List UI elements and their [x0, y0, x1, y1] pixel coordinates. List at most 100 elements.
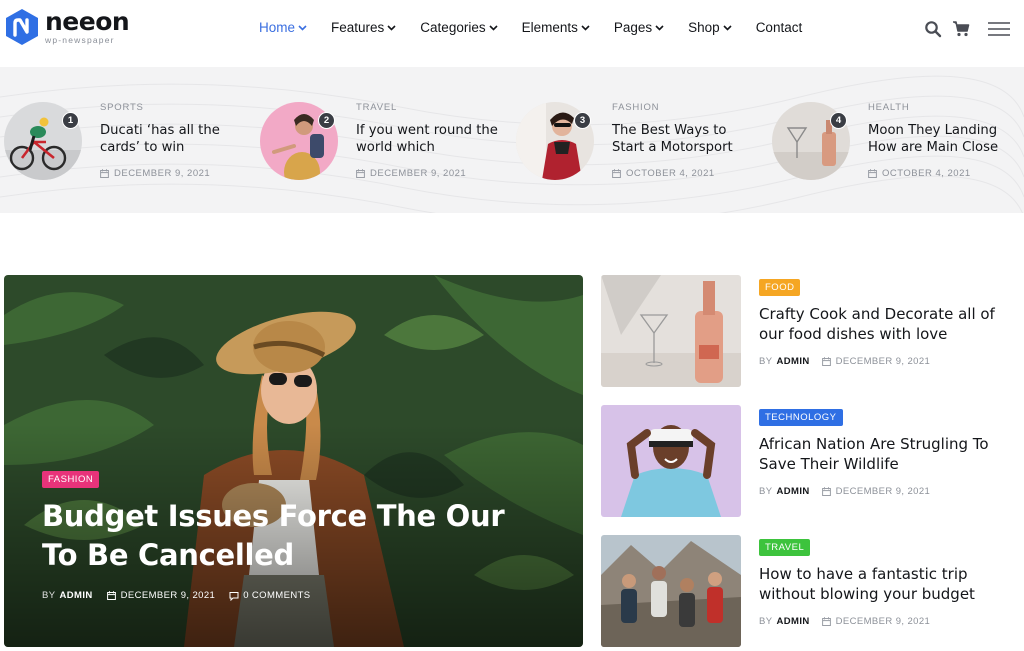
by-label: BY	[759, 486, 773, 497]
nav-label: Pages	[613, 20, 653, 35]
post-thumbnail[interactable]	[601, 275, 741, 387]
calendar-icon	[821, 487, 831, 496]
drink-image	[601, 275, 741, 387]
calendar-icon	[100, 169, 109, 178]
trending-category[interactable]: SPORTS	[100, 102, 144, 113]
post-thumbnail[interactable]	[601, 535, 741, 647]
by-label: BY	[759, 616, 773, 627]
author-link[interactable]: ADMIN	[59, 590, 92, 601]
rank-badge: 3	[574, 112, 591, 129]
hero-meta: BY ADMIN DECEMBER 9, 2021 0 COMMENTS	[42, 590, 311, 601]
author-link[interactable]: ADMIN	[776, 616, 809, 627]
comments-link[interactable]: 0 COMMENTS	[243, 590, 310, 601]
post-title[interactable]: How to have a fantastic trip without blo…	[759, 564, 1019, 604]
nav-item-pages[interactable]: Pages	[614, 20, 664, 35]
date-text: DECEMBER 9, 2021	[835, 356, 931, 367]
trending-item: 3 FASHION The Best Ways to Start a Motor…	[516, 102, 766, 182]
chevron-down-icon	[298, 25, 307, 31]
calendar-icon	[356, 169, 365, 178]
post-meta: BY ADMIN DECEMBER 9, 2021	[759, 486, 1019, 497]
author-link[interactable]: ADMIN	[776, 486, 809, 497]
logo-hexagon-icon	[6, 9, 38, 45]
trending-date: DECEMBER 9, 2021	[100, 168, 210, 179]
date-text: DECEMBER 9, 2021	[114, 168, 211, 179]
nav-item-contact[interactable]: Contact	[756, 20, 803, 35]
nav-label: Elements	[521, 20, 578, 35]
hero-post[interactable]: FASHION Budget Issues Force The Our To B…	[4, 275, 583, 647]
nav-label: Shop	[688, 20, 720, 35]
logo-name: neeon	[45, 7, 130, 36]
side-post: TRAVEL How to have a fantastic trip with…	[601, 535, 1021, 647]
site-header: neeon wp-newspaper Home Features Categor…	[0, 0, 1024, 66]
trending-item: 1 SPORTS Ducati ‘has all the cards’ to w…	[4, 102, 254, 182]
calendar-icon	[612, 169, 621, 178]
cart-icon[interactable]	[952, 20, 970, 38]
rank-badge: 4	[830, 112, 847, 129]
by-label: BY	[42, 590, 56, 601]
category-badge[interactable]: TECHNOLOGY	[759, 409, 843, 426]
trending-title[interactable]: Ducati ‘has all the cards’ to win	[100, 122, 250, 156]
date-text: DECEMBER 9, 2021	[370, 168, 467, 179]
trending-title[interactable]: The Best Ways to Start a Motorsport	[612, 122, 762, 156]
date-text: DECEMBER 9, 2021	[835, 616, 931, 627]
chevron-down-icon	[387, 25, 396, 31]
trending-category[interactable]: FASHION	[612, 102, 659, 113]
nav-item-categories[interactable]: Categories	[420, 20, 498, 35]
date-text: OCTOBER 4, 2021	[882, 168, 971, 179]
post-thumbnail[interactable]	[601, 405, 741, 517]
comment-icon	[229, 591, 239, 601]
trending-date: DECEMBER 9, 2021	[356, 168, 466, 179]
trending-strip: 1 SPORTS Ducati ‘has all the cards’ to w…	[0, 67, 1024, 213]
post-body: TRAVEL How to have a fantastic trip with…	[759, 535, 1019, 627]
trending-date: OCTOBER 4, 2021	[868, 168, 971, 179]
trending-item: 4 HEALTH Moon They Landing How are Main …	[772, 102, 1022, 182]
nav-item-elements[interactable]: Elements	[522, 20, 590, 35]
category-badge[interactable]: FOOD	[759, 279, 801, 296]
header-actions	[914, 20, 1010, 38]
post-meta: BY ADMIN DECEMBER 9, 2021	[759, 356, 1019, 367]
category-badge[interactable]: TRAVEL	[759, 539, 811, 556]
calendar-icon	[868, 169, 877, 178]
date-text: DECEMBER 9, 2021	[120, 590, 216, 601]
rank-badge: 1	[62, 112, 79, 129]
hikers-image	[601, 535, 741, 647]
trending-item: 2 TRAVEL If you went round the world whi…	[260, 102, 510, 182]
date-text: DECEMBER 9, 2021	[835, 486, 931, 497]
chevron-down-icon	[489, 25, 498, 31]
nav-label: Categories	[420, 20, 486, 35]
post-title[interactable]: African Nation Are Strugling To Save The…	[759, 434, 1019, 474]
rank-badge: 2	[318, 112, 335, 129]
nav-item-home[interactable]: Home	[259, 20, 307, 35]
calendar-icon	[106, 591, 116, 600]
side-post: FOOD Crafty Cook and Decorate all of our…	[601, 275, 1021, 387]
post-title[interactable]: Crafty Cook and Decorate all of our food…	[759, 304, 1019, 344]
search-icon[interactable]	[924, 20, 942, 38]
author-link[interactable]: ADMIN	[776, 356, 809, 367]
trending-date: OCTOBER 4, 2021	[612, 168, 715, 179]
post-body: TECHNOLOGY African Nation Are Strugling …	[759, 405, 1019, 497]
menu-icon[interactable]	[988, 21, 1010, 37]
hero-title[interactable]: Budget Issues Force The Our To Be Cancel…	[42, 497, 542, 575]
trending-title[interactable]: If you went round the world which	[356, 122, 506, 156]
logo-tagline: wp-newspaper	[45, 35, 115, 45]
calendar-icon	[821, 357, 831, 366]
date-text: OCTOBER 4, 2021	[626, 168, 715, 179]
nav-label: Contact	[755, 20, 803, 35]
trending-title[interactable]: Moon They Landing How are Main Close	[868, 122, 1018, 156]
trending-category[interactable]: HEALTH	[868, 102, 910, 113]
main-nav: Home Features Categories Elements Pages …	[259, 20, 826, 35]
vr-headset-image	[601, 405, 741, 517]
post-meta: BY ADMIN DECEMBER 9, 2021	[759, 616, 1019, 627]
nav-label: Features	[331, 20, 385, 35]
site-logo[interactable]: neeon wp-newspaper	[4, 7, 130, 46]
nav-label: Home	[259, 20, 296, 35]
nav-item-shop[interactable]: Shop	[688, 20, 732, 35]
by-label: BY	[759, 356, 773, 367]
trending-category[interactable]: TRAVEL	[356, 102, 397, 113]
post-body: FOOD Crafty Cook and Decorate all of our…	[759, 275, 1019, 367]
hero-category-badge[interactable]: FASHION	[42, 471, 100, 488]
side-post: TECHNOLOGY African Nation Are Strugling …	[601, 405, 1021, 517]
chevron-down-icon	[655, 25, 664, 31]
calendar-icon	[821, 617, 831, 626]
nav-item-features[interactable]: Features	[331, 20, 396, 35]
